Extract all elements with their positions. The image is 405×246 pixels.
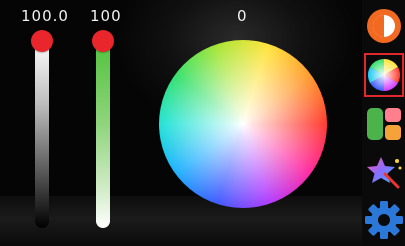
brightness-slider-knob[interactable] [31,30,53,52]
settings-icon [365,201,403,239]
saturation-slider-knob[interactable] [92,30,114,52]
saturation-value: 100 [90,7,122,25]
effects-button[interactable] [364,150,404,194]
contrast-button[interactable] [364,4,404,48]
saturation-slider[interactable] [96,38,110,228]
color-wheel-icon [367,58,401,92]
settings-button[interactable] [364,198,404,242]
effects-icon [367,157,402,189]
layout-button[interactable] [364,102,404,146]
color-wheel[interactable] [159,40,327,208]
contrast-icon [367,9,401,43]
brightness-value: 100.0 [21,7,69,25]
brightness-slider[interactable] [35,38,49,228]
color-wheel-button[interactable] [364,53,404,97]
floor-reflection [0,196,362,246]
layout-icon [367,108,401,140]
hue-value: 0 [237,7,248,25]
